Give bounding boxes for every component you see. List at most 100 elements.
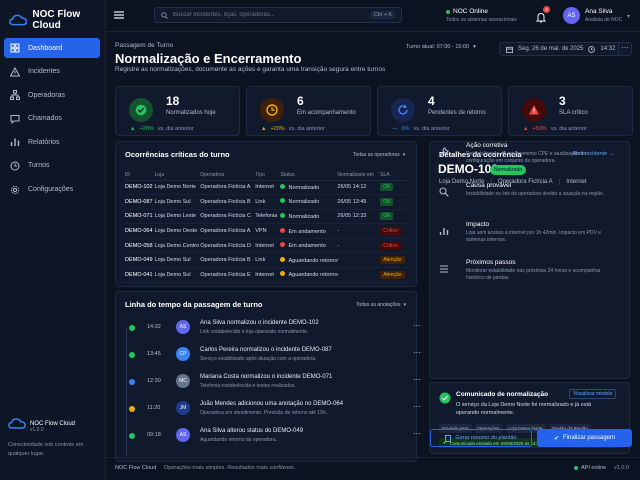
sidebar-item-operadoras[interactable]: Operadoras (4, 85, 100, 105)
shift-selector[interactable]: Turno atual: 07:00 - 15:00 ▾ (406, 44, 476, 50)
cell-sla: OK (380, 180, 410, 196)
generate-summary-label: Gerar resumo do plantão (455, 435, 517, 441)
sidebar-item-configuracoes[interactable]: Configurações (4, 180, 100, 200)
more-options-button[interactable]: ⋯ (410, 376, 424, 386)
column-header[interactable]: Operadora (200, 170, 256, 181)
menu-icon[interactable] (114, 11, 124, 19)
cell-type: Link (255, 252, 281, 269)
timeline-subtext: Aguardando retorno da operadora. (200, 437, 278, 443)
timeline-item[interactable]: 14:32 AS Ana Silva normalizou o incidente … (125, 320, 427, 338)
table-row[interactable]: DEMO-058 Loja Demo Centro Operadora Fictíc… (125, 238, 410, 254)
table-row[interactable]: DEMO-087 Loja Demo Sul Operadora Fictícia … (125, 194, 410, 210)
timeline-subtext: Serviço estabilizado após atuação com a … (200, 356, 317, 362)
sidebar-item-label: Dashboard (28, 44, 63, 52)
generate-summary-button[interactable]: Gerar resumo do plantão (430, 429, 532, 447)
table-row[interactable]: DEMO-041 Loja Demo Sul Operadora Fictícia … (125, 267, 410, 283)
column-header[interactable]: Status (280, 170, 338, 181)
shift-label: Turno atual: 07:00 - 15:00 (406, 44, 470, 50)
sidebar-item-chamados[interactable]: Chamados (4, 109, 100, 129)
topbar: Ctrl + K NOC Online Todos os sistemas op… (106, 0, 640, 32)
cell-store: Loja Demo Sul (154, 267, 201, 283)
kpi-value: 6 (297, 94, 304, 108)
timeline-text: Ana Silva normalizou o incidente DEMO-10… (200, 320, 319, 326)
kpi-card[interactable]: 4 Pendentes de retorno —0% vs. dia anterior (377, 86, 502, 136)
clock-icon (10, 161, 20, 171)
timeline-item[interactable]: 12:30 MC Mariana Costa normalizou o incide… (125, 374, 427, 392)
gear-icon (10, 185, 20, 194)
kpi-card[interactable]: 18 Normalizados hoje ▲ +28% vs. dia anterior (115, 86, 240, 136)
finish-handover-button[interactable]: ✔ Finalizar passagem (537, 429, 632, 447)
notifications-button[interactable]: 3 (535, 6, 550, 23)
alert-triangle-icon (10, 66, 20, 77)
operator-filter[interactable]: Todas as operadoras ▾ (353, 152, 405, 158)
kpi-comparison: vs. dia anterior (288, 126, 325, 132)
user-info[interactable]: Ana Silva Analista de NOC (585, 8, 622, 23)
table-row[interactable]: DEMO-049 Loja Demo Sul Operadora Fictícia … (125, 252, 410, 269)
table-row[interactable]: DEMO-102 Loja Demo Norte Operadora Fictíci… (125, 180, 410, 196)
column-header[interactable]: Normalizado em (337, 170, 381, 181)
notes-filter[interactable]: Todas as anotações ▾ (356, 302, 406, 308)
more-options-button[interactable]: ⋯ (618, 42, 632, 56)
status-label: Em andamento (288, 228, 326, 235)
status-dot (280, 212, 286, 218)
timeline-time: 13:45 (147, 351, 161, 357)
sidebar-item-dashboard[interactable]: Dashboard (4, 38, 100, 58)
more-options-button[interactable]: ⋯ (410, 403, 424, 413)
cell-sla: OK (380, 194, 410, 210)
column-header[interactable]: Loja (154, 170, 201, 181)
timeline-item[interactable]: 13:45 CP Carlos Pereira normalizou o incid… (125, 347, 427, 365)
section-title: Ocorrências críticas do turno (125, 150, 230, 159)
column-header[interactable]: ID (125, 170, 155, 181)
chevron-down-icon[interactable]: ▾ (627, 13, 630, 20)
table-row[interactable]: DEMO-064 Loja Demo Oeste Operadora Fictíci… (125, 223, 410, 239)
date-picker[interactable]: Seg, 26 de mai. de 2025 14:32 (499, 42, 623, 56)
trend-arrow-icon: ▲ (523, 126, 529, 132)
sidebar-item-turnos[interactable]: Turnos (4, 156, 100, 176)
kpi-card[interactable]: 6 Em acompanhamento ▲ +20% vs. dia anterior (246, 86, 371, 136)
notice-text: O serviço da Loja Demo Norte foi normali… (456, 402, 592, 416)
search-input[interactable] (173, 12, 366, 18)
more-options-button[interactable]: ⋯ (410, 430, 424, 440)
timeline-dot (129, 406, 135, 412)
kpi-value: 3 (559, 94, 566, 108)
timeline-item[interactable]: 11:20 JM João Mendes adicionou uma anotaçã… (125, 401, 427, 419)
status-dot (446, 9, 450, 14)
cell-sla: Atenção (380, 252, 410, 269)
timeline-time: 11:20 (147, 405, 161, 411)
avatar: JM (176, 401, 190, 415)
timeline-text: Carlos Pereira normalizou o incidente DE… (200, 347, 332, 353)
time-label: 14:32 (600, 46, 616, 52)
cell-normalized-at: 26/05 14:12 (337, 180, 381, 196)
cell-type: Internet (255, 238, 281, 254)
filter-label: Todas as operadoras (353, 152, 400, 158)
timeline-item[interactable]: 09:18 AS Ana Silva alterou status do DEMO-… (125, 428, 427, 446)
table-row[interactable]: DEMO-071 Loja Demo Leste Operadora Fictíci… (125, 209, 410, 225)
more-options-button[interactable]: ⋯ (410, 349, 424, 359)
more-options-button[interactable]: ⋯ (410, 322, 424, 332)
timeline-subtext: Telefonia restabelecida e testes realiza… (200, 383, 296, 389)
sidebar-item-incidentes[interactable]: Incidentes (4, 62, 100, 82)
avatar[interactable]: AS (563, 7, 580, 24)
status-dot (574, 466, 578, 470)
bell-icon (535, 12, 547, 23)
cell-type: Internet (255, 180, 281, 196)
sidebar-item-relatorios[interactable]: Relatórios (4, 132, 100, 152)
breadcrumb: Passagem de Turno (115, 42, 174, 49)
date-label: Seg, 26 de mai. de 2025 (518, 46, 584, 52)
kpi-label: Normalizados hoje (166, 110, 216, 116)
logo[interactable]: NOC Flow Cloud (9, 9, 105, 31)
cell-store: Loja Demo Leste (154, 209, 201, 225)
cell-status: Normalizado (280, 209, 338, 225)
column-header[interactable]: SLA (380, 170, 410, 181)
timeline-time: 12:30 (147, 378, 161, 384)
tagline: Conectividade sob controle em qualquer l… (8, 442, 84, 457)
kpi-card[interactable]: 3 SLA crítico ▲ +50% vs. dia anterior (508, 86, 633, 136)
timeline-time: 09:18 (147, 432, 161, 438)
sidebar-item-label: Incidentes (28, 68, 60, 76)
search-bar[interactable]: Ctrl + K (154, 7, 402, 23)
cell-id: DEMO-102 (125, 180, 155, 196)
cell-normalized-at: 26/05 12:33 (337, 209, 381, 225)
column-header[interactable]: Tipo (255, 170, 281, 181)
preview-template-button[interactable]: Visualizar modelo (569, 389, 617, 399)
detail-section-text: Monitorar estabilidade nas próximas 24 h… (466, 268, 601, 281)
